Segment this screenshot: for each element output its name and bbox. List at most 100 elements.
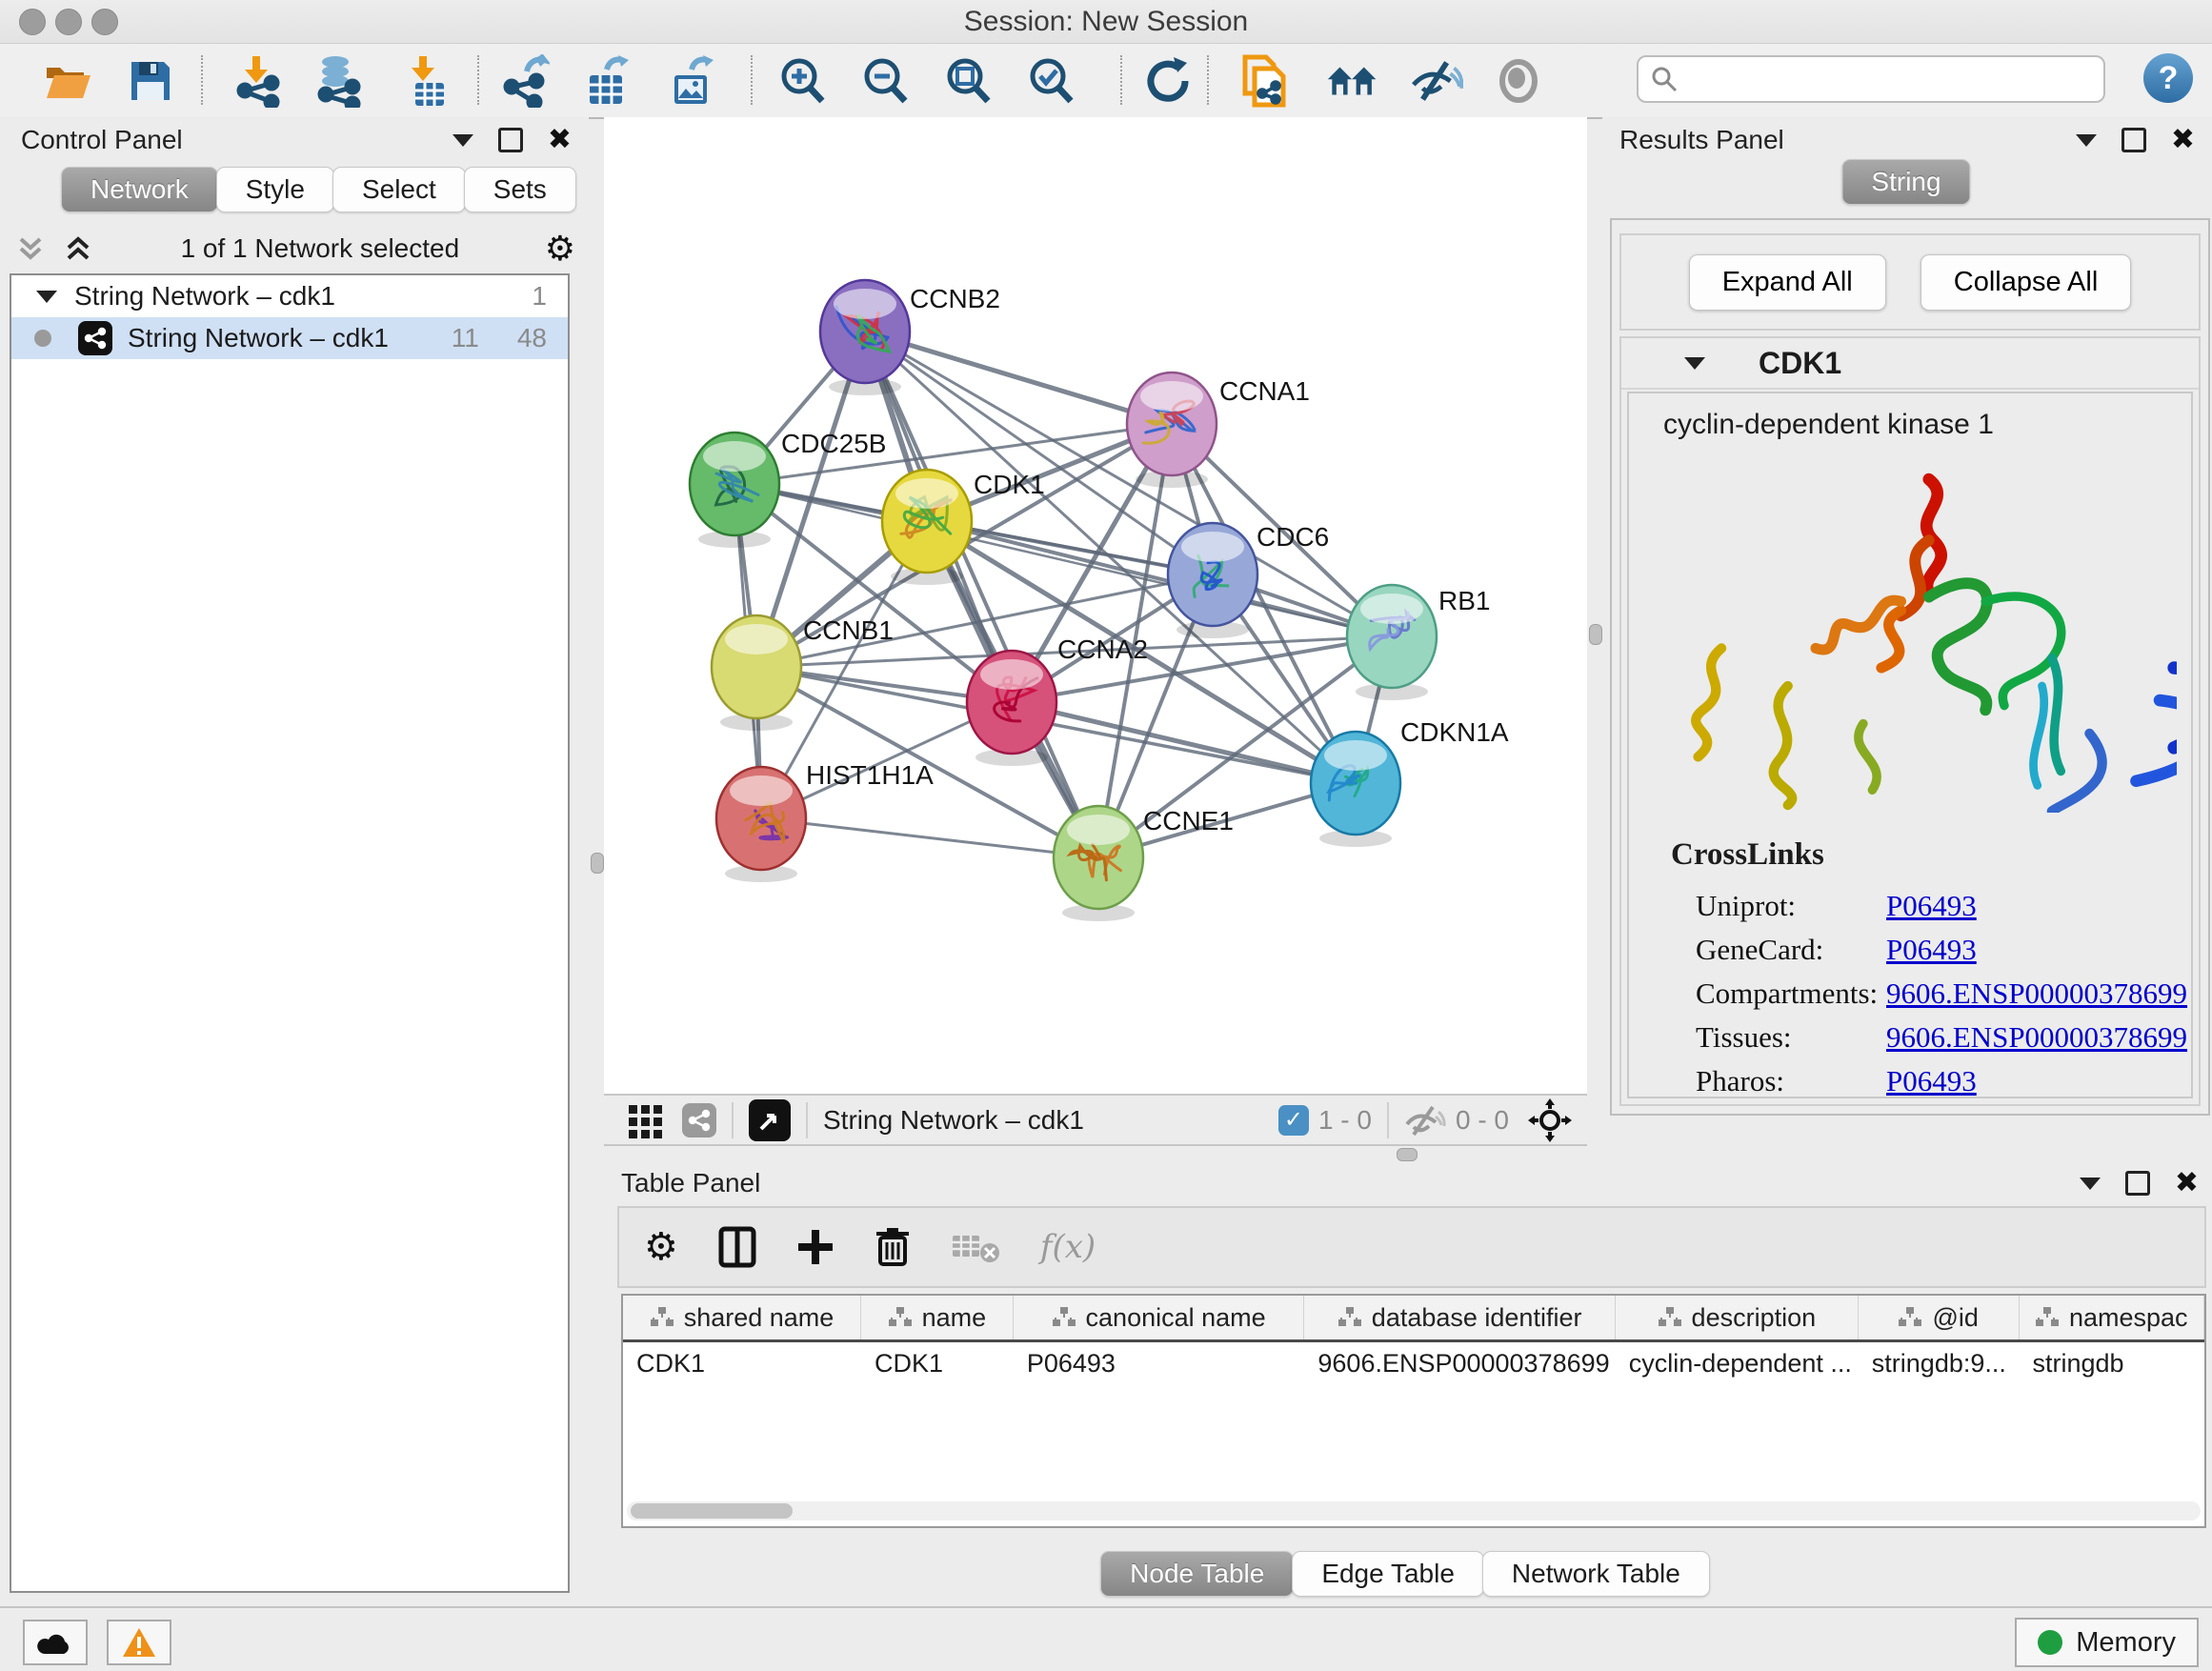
panel-menu-icon[interactable] <box>2080 1178 2101 1190</box>
network-node-CCNB2[interactable]: CCNB2 <box>820 280 1000 395</box>
network-node-CDKN1A[interactable]: CDKN1A <box>1311 717 1509 847</box>
open-file-icon[interactable] <box>42 54 95 108</box>
toolbar-separator <box>1207 55 1209 105</box>
column-header-shared-name[interactable]: shared name <box>623 1296 861 1339</box>
collapse-all-button[interactable]: Collapse All <box>1920 254 2132 311</box>
column-header-canonical-name[interactable]: canonical name <box>1014 1296 1305 1339</box>
delete-table-icon[interactable] <box>951 1230 1000 1264</box>
import-network-file-icon[interactable] <box>231 54 285 108</box>
network-node-CDK1[interactable]: CDK1 <box>882 470 1045 585</box>
column-header-database-identifier[interactable]: database identifier <box>1304 1296 1615 1339</box>
tab-network-table[interactable]: Network Table <box>1482 1551 1710 1597</box>
network-selection-text: 1 of 1 Network selected <box>95 233 545 264</box>
expand-all-button[interactable]: Expand All <box>1689 254 1886 311</box>
delete-column-icon[interactable] <box>875 1226 911 1268</box>
tab-style[interactable]: Style <box>216 167 334 212</box>
network-node-label: CCNE1 <box>1143 806 1234 836</box>
gene-expander-icon[interactable] <box>1684 357 1705 370</box>
close-panel-icon[interactable]: ✖ <box>2171 126 2195 154</box>
show-all-houses-icon[interactable] <box>1326 54 1379 108</box>
tab-network[interactable]: Network <box>61 167 218 212</box>
table-cell: P06493 <box>1014 1349 1305 1379</box>
export-network-icon[interactable] <box>498 54 552 108</box>
help-button[interactable]: ? <box>2143 53 2193 103</box>
zoom-in-icon[interactable] <box>775 54 829 108</box>
import-network-database-icon[interactable] <box>312 54 365 108</box>
column-header--id[interactable]: @id <box>1859 1296 2020 1339</box>
hide-selected-eye-icon[interactable] <box>1410 54 1463 108</box>
network-edge <box>761 818 1098 857</box>
tab-string[interactable]: String <box>1841 159 1970 205</box>
zoom-out-icon[interactable] <box>858 54 912 108</box>
column-header-name[interactable]: name <box>861 1296 1014 1339</box>
float-panel-icon[interactable] <box>2125 1171 2150 1196</box>
string-view-icon[interactable] <box>682 1103 716 1137</box>
show-columns-icon[interactable] <box>718 1226 756 1268</box>
collection-expander-icon[interactable] <box>36 291 57 303</box>
search-field[interactable] <box>1637 55 2105 103</box>
network-collection-row[interactable]: String Network – cdk1 1 <box>11 275 568 317</box>
right-splitter-handle[interactable] <box>1589 624 1602 645</box>
panel-menu-icon[interactable] <box>2076 134 2097 147</box>
panel-menu-icon[interactable] <box>452 134 473 147</box>
table-options-gear-icon[interactable]: ⚙ <box>644 1228 678 1266</box>
crosslink-link[interactable]: P06493 <box>1886 933 1977 967</box>
hidden-eye-icon[interactable] <box>1404 1103 1446 1137</box>
network-node-label: CDC6 <box>1257 522 1329 552</box>
network-row[interactable]: String Network – cdk1 11 48 <box>11 317 568 359</box>
network-canvas[interactable]: CCNB2CCNA1CDC25BCDK1CDC6RB1CCNB1CCNA2CDK… <box>604 117 1587 1094</box>
fit-crosshair-icon[interactable] <box>1528 1098 1572 1142</box>
export-image-icon[interactable] <box>665 54 718 108</box>
network-options-gear-icon[interactable]: ⚙ <box>545 232 575 266</box>
crosslink-link[interactable]: 9606.ENSP00000378699 <box>1886 1020 2187 1055</box>
network-node-CCNE1[interactable]: CCNE1 <box>1054 806 1234 921</box>
gene-name: CDK1 <box>1759 346 1841 381</box>
import-table-icon[interactable] <box>399 54 452 108</box>
birdseye-view-icon[interactable] <box>749 1099 791 1141</box>
search-input[interactable] <box>1679 64 2103 95</box>
save-session-icon[interactable] <box>124 54 177 108</box>
tab-sets[interactable]: Sets <box>464 167 576 212</box>
horizontal-splitter-handle[interactable] <box>1397 1148 1418 1161</box>
crosslink-link[interactable]: P06493 <box>1886 1064 1977 1098</box>
selected-checkbox-icon[interactable]: ✓ <box>1278 1105 1309 1136</box>
network-node-HIST1H1A[interactable]: HIST1H1A <box>716 760 934 882</box>
warning-status-button[interactable] <box>107 1620 171 1665</box>
crosslink-link[interactable]: P06493 <box>1886 889 1977 923</box>
network-tree: String Network – cdk1 1 String Network –… <box>10 273 570 1593</box>
table-toolbar: ⚙ f(x) <box>617 1206 2206 1288</box>
zoom-selected-icon[interactable] <box>1024 54 1077 108</box>
column-header-namespac[interactable]: namespac <box>2020 1296 2204 1339</box>
column-header-description[interactable]: description <box>1616 1296 1859 1339</box>
close-panel-icon[interactable]: ✖ <box>2175 1169 2199 1198</box>
float-panel-icon[interactable] <box>2122 128 2146 152</box>
grid-view-icon[interactable] <box>627 1101 665 1139</box>
network-node-CDC25B[interactable]: CDC25B <box>690 429 886 548</box>
network-node-CCNA2[interactable]: CCNA2 <box>967 634 1148 766</box>
preview-eye-icon[interactable] <box>1492 54 1545 108</box>
tab-select[interactable]: Select <box>332 167 466 212</box>
table-header-row: shared namenamecanonical namedatabase id… <box>623 1296 2204 1342</box>
float-panel-icon[interactable] <box>498 128 523 152</box>
clone-network-icon[interactable] <box>1238 54 1292 108</box>
table-horizontal-scrollbar[interactable] <box>627 1501 2201 1520</box>
refresh-icon[interactable] <box>1141 54 1195 108</box>
function-builder-icon[interactable]: f(x) <box>1040 1228 1096 1266</box>
left-splitter-handle[interactable] <box>591 853 604 874</box>
tab-edge-table[interactable]: Edge Table <box>1292 1551 1484 1597</box>
close-panel-icon[interactable]: ✖ <box>548 126 572 154</box>
tab-node-table[interactable]: Node Table <box>1100 1551 1294 1597</box>
network-node-CDC6[interactable]: CDC6 <box>1168 522 1329 638</box>
zoom-fit-icon[interactable] <box>941 54 995 108</box>
memory-button[interactable]: Memory <box>2015 1618 2199 1667</box>
gene-section: CDK1 cyclin-dependent kinase 1 <box>1619 336 2201 1106</box>
network-node-RB1[interactable]: RB1 <box>1347 585 1490 700</box>
export-table-icon[interactable] <box>580 54 633 108</box>
collapse-all-icon[interactable] <box>13 233 48 264</box>
scrollbar-thumb[interactable] <box>631 1503 793 1519</box>
add-column-icon[interactable] <box>796 1228 835 1266</box>
table-row[interactable]: CDK1CDK1P064939606.ENSP00000378699cyclin… <box>623 1342 2204 1384</box>
crosslink-link[interactable]: 9606.ENSP00000378699 <box>1886 976 2187 1011</box>
cloud-status-button[interactable] <box>23 1620 88 1665</box>
expand-all-icon[interactable] <box>61 233 95 264</box>
